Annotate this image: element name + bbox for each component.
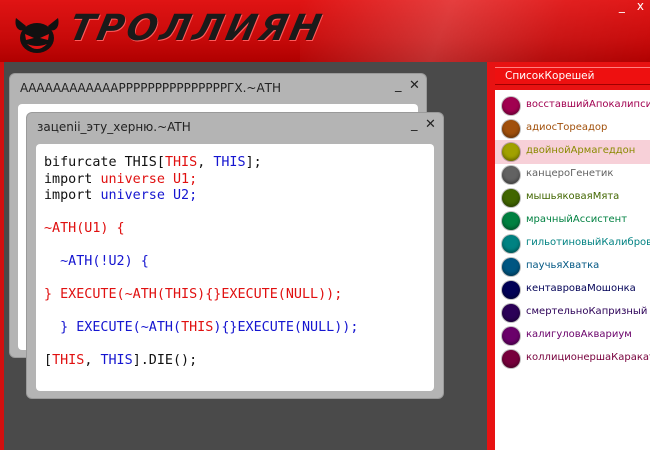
code-line: import universe U2; [44,188,358,205]
minimize-app-button[interactable]: _ [619,0,625,12]
code-token: import [44,188,101,203]
code-line: } EXECUTE(~ATH(THIS){}EXECUTE(NULL)); [44,287,358,304]
code-line: ~ATH(!U2) { [44,254,358,271]
window-title: зацеnii_эту_херню.~ATH [37,120,191,134]
chum-item[interactable]: калигуловАквариум [495,324,650,348]
header-sheen [300,0,650,62]
code-line: } EXECUTE(~ATH(THIS){}EXECUTE(NULL)); [44,320,358,337]
close-window-button[interactable]: ✕ [409,78,420,93]
chumroll-header: СписокКорешей [495,67,650,85]
troll-logo-icon [15,18,59,53]
code-token: THIS [52,353,85,368]
left-accent-strip [0,62,4,450]
window-title: ААААААААААААРРРРРРРРРРРРРРРГХ.~АТН [20,81,282,95]
chum-status-icon [502,143,520,161]
chum-status-icon [502,212,520,230]
chum-item[interactable]: коллиционершаКаракатиц [495,347,650,371]
code-text: bifurcate THIS[THIS, THIS]; import univer… [44,155,358,370]
chum-status-icon [502,327,520,345]
chum-handle: паучьяХватка [526,260,600,271]
code-token: ~ATH(!U2) { [44,254,149,269]
chumroll-list: восставшийАпокалипсис адиосТореадор двойно… [495,90,650,450]
chum-item[interactable]: мышьяковаяМята [495,186,650,210]
chum-status-icon [502,120,520,138]
code-token: universe U1; [100,171,198,187]
code-line: ~ATH(U1) { [44,221,358,238]
code-token: [ [44,353,53,368]
code-token: THIS [100,353,133,368]
code-token: , [197,155,214,170]
code-token: universe U2; [100,188,198,203]
code-token: , [84,353,101,368]
minimize-window-button[interactable]: _ [395,78,402,93]
chum-item[interactable]: восставшийАпокалипсис [495,94,650,118]
minimize-window-button[interactable]: _ [411,117,418,132]
code-token: ]; [245,155,262,170]
code-line: [THIS, THIS].DIE(); [44,353,358,370]
code-token: ~ATH(U1) { [44,221,125,236]
chum-status-icon [502,189,520,207]
code-token: bifurcate THIS[ [44,155,165,170]
code-token: ].DIE(); [132,353,198,368]
chum-item[interactable]: паучьяХватка [495,255,650,279]
code-line: bifurcate THIS[THIS, THIS]; [44,155,358,172]
chum-item[interactable]: адиосТореадор [495,117,650,141]
app-header: ТРОЛЛИЯН _ x [0,0,650,62]
chum-handle: смертельноКапризный [526,306,648,317]
chum-handle: кентавроваМошонка [526,283,636,294]
chum-status-icon [502,350,520,368]
code-token: THIS [213,155,246,170]
code-token: THIS [181,320,214,335]
chum-item[interactable]: двойнойАрмагеддон [495,140,650,164]
chum-status-icon [502,235,520,253]
chum-item[interactable]: гильотиновыйКалибровщик [495,232,650,256]
chum-handle: восставшийАпокалипсис [526,99,650,110]
chum-status-icon [502,281,520,299]
chum-item[interactable]: смертельноКапризный [495,301,650,325]
code-token: import [44,171,101,187]
chum-item[interactable]: кентавроваМошонка [495,278,650,302]
code-token: } EXECUTE(~ATH(THIS){}EXECUTE(NULL)); [44,287,343,302]
close-app-button[interactable]: x [637,0,644,12]
app-title: ТРОЛЛИЯН [65,8,328,49]
chum-handle: адиосТореадор [526,122,608,133]
chum-handle: калигуловАквариум [526,329,632,340]
chum-handle: гильотиновыйКалибровщик [526,237,650,248]
code-window[interactable]: зацеnii_эту_херню.~ATH _ ✕ bifurcate THI… [27,113,443,398]
chum-handle: канцероГенетик [526,168,614,179]
chum-status-icon [502,166,520,184]
chum-status-icon [502,97,520,115]
window-controls: _ x [619,0,644,12]
code-line: import universe U1; [44,172,358,189]
code-token: THIS [164,155,198,170]
close-window-button[interactable]: ✕ [425,117,436,132]
chum-item[interactable]: мрачныйАссистент [495,209,650,233]
chum-handle: мышьяковаяМята [526,191,620,202]
chum-status-icon [502,258,520,276]
chum-handle: мрачныйАссистент [526,214,628,225]
chum-handle: двойнойАрмагеддон [526,145,636,156]
chum-handle: коллиционершаКаракатиц [526,352,650,363]
chum-item[interactable]: канцероГенетик [495,163,650,187]
code-token: ){}EXECUTE(NULL)); [213,320,359,335]
code-editor[interactable]: bifurcate THIS[THIS, THIS]; import univer… [36,144,434,391]
code-token: } EXECUTE(~ATH( [44,320,182,335]
chum-status-icon [502,304,520,322]
chumroll-title: СписокКорешей [505,70,595,82]
